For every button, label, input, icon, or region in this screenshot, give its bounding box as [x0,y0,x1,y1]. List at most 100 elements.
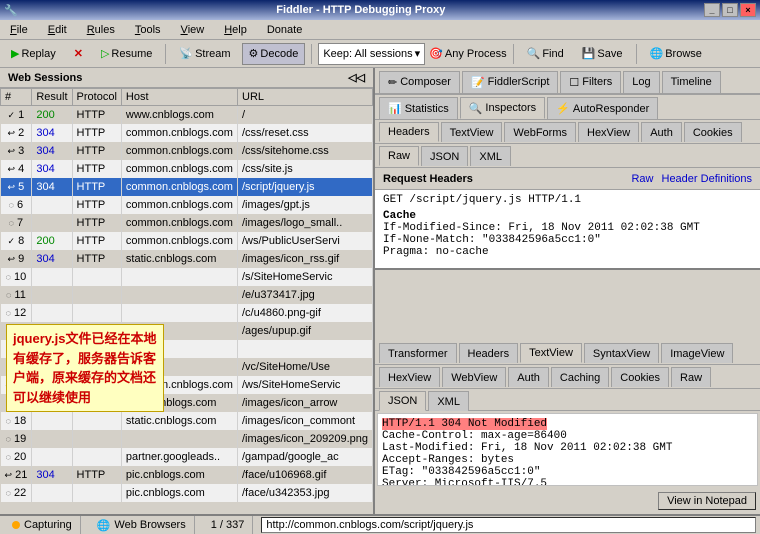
response-raw-tab-row: JSON XML [375,389,760,411]
process-selector[interactable]: 🎯 Any Process [429,47,506,60]
subtab-hexview2[interactable]: HexView [379,367,440,387]
table-row[interactable]: ↩ 4304HTTPcommon.cnblogs.com/css/site.js [1,160,373,178]
collapse-icon[interactable]: ◁◁ [348,71,365,84]
web-sessions-title: Web Sessions [8,72,82,84]
menu-help[interactable]: Help [218,22,253,38]
find-button[interactable]: 🔍 Find [520,43,571,65]
subtab-syntaxview[interactable]: SyntaxView [584,343,659,363]
subtab-cookies[interactable]: Cookies [684,122,742,142]
col-header-protocol[interactable]: Protocol [72,89,121,106]
subtab-imageview[interactable]: ImageView [661,343,733,363]
transformer-tab-row: Transformer Headers TextView SyntaxView … [375,341,760,365]
subtab-textview[interactable]: TextView [441,122,503,142]
page-info: 1 / 337 [203,516,254,534]
table-row[interactable]: ✓ 1200HTTPwww.cnblogs.com/ [1,106,373,124]
table-row[interactable]: ↩ 5304HTTPcommon.cnblogs.com/script/jque… [1,178,373,196]
table-row[interactable]: ✓ 8200HTTPcommon.cnblogs.com/ws/PublicUs… [1,232,373,250]
menu-file[interactable]: File [4,22,34,38]
raw-link[interactable]: Raw [631,173,653,185]
tab-autoresponder[interactable]: ⚡ AutoResponder [547,97,658,119]
minimize-button[interactable]: _ [704,3,720,17]
subtab-json[interactable]: JSON [421,146,468,166]
secondary-tab-row: 📊 Statistics 🔍 Inspectors ⚡ AutoResponde… [375,94,760,120]
subtab-headers2[interactable]: Headers [459,343,519,363]
sessions-table[interactable]: # Result Protocol Host URL ✓ 1200HTTPwww… [0,88,373,514]
table-row[interactable]: ◌ 7HTTPcommon.cnblogs.com/images/logo_sm… [1,214,373,232]
subtab-webforms[interactable]: WebForms [504,122,576,142]
view-notepad-button[interactable]: View in Notepad [658,492,756,510]
table-row[interactable]: ◌ 6HTTPcommon.cnblogs.com/images/gpt.js [1,196,373,214]
menu-donate[interactable]: Donate [261,22,308,38]
browse-button[interactable]: 🌐 Browse [643,43,709,65]
table-row[interactable]: ◌ 10/s/SiteHomeServic [1,268,373,286]
tab-fiddlerscript[interactable]: 📝 FiddlerScript [462,71,558,93]
response-line-4: Accept-Ranges: bytes [382,454,753,466]
header-defs-link[interactable]: Header Definitions [662,173,753,185]
subtab-hexview[interactable]: HexView [578,122,639,142]
decode-button[interactable]: ⚙ Decode [242,43,306,65]
save-icon: 💾 [582,47,596,60]
remove-button[interactable]: ✕ [67,43,90,65]
table-row[interactable]: ↩ 2304HTTPcommon.cnblogs.com/css/reset.c… [1,124,373,142]
fiddlerscript-icon: 📝 [471,76,485,89]
table-row[interactable]: ◌ 19/images/icon_209209.png [1,430,373,448]
col-header-num[interactable]: # [1,89,32,106]
request-headers-links: Raw Header Definitions [631,173,752,185]
tab-statistics[interactable]: 📊 Statistics [379,97,458,119]
col-header-host[interactable]: Host [121,89,237,106]
table-row[interactable]: ◌ 20partner.googleads../gampad/google_ac [1,448,373,466]
separator [165,44,166,64]
subtab-transformer[interactable]: Transformer [379,343,457,363]
tab-composer[interactable]: ✏ Composer [379,71,460,93]
table-row[interactable]: ◌ 22pic.cnblogs.com/face/u342353.jpg [1,484,373,502]
maximize-button[interactable]: □ [722,3,738,17]
subtab-auth[interactable]: Auth [641,122,682,142]
subtab-auth2[interactable]: Auth [508,367,549,387]
save-button[interactable]: 💾 Save [575,43,630,65]
close-button[interactable]: × [740,3,756,17]
menu-rules[interactable]: Rules [81,22,121,38]
capturing-label: Capturing [24,519,72,531]
subtab-textview2[interactable]: TextView [520,343,582,363]
keep-sessions-dropdown[interactable]: Keep: All sessions ▾ [318,43,425,65]
dropdown-arrow-icon: ▾ [415,47,421,60]
window-controls[interactable]: _ □ × [704,3,756,17]
subtab-cookies2[interactable]: Cookies [611,367,669,387]
table-row[interactable]: ↩ 21304HTTPpic.cnblogs.com/face/u106968.… [1,466,373,484]
col-header-result[interactable]: Result [32,89,72,106]
replay-button[interactable]: ▶ Replay [4,43,63,65]
composer-icon: ✏ [388,76,397,89]
toolbar: ▶ Replay ✕ ▷ Resume 📡 Stream ⚙ Decode Ke… [0,40,760,68]
table-row[interactable]: ◌ 11/e/u373417.jpg [1,286,373,304]
browser-indicator: 🌐 Web Browsers [89,516,195,534]
sessions-body: ✓ 1200HTTPwww.cnblogs.com/↩ 2304HTTPcomm… [1,106,373,502]
subtab-webview2[interactable]: WebView [442,367,506,387]
menu-tools[interactable]: Tools [129,22,167,38]
subtab-headers[interactable]: Headers [379,122,439,142]
subtab-raw2[interactable]: Raw [671,367,711,387]
filters-checkbox-icon: ☐ [569,76,579,89]
tab-filters[interactable]: ☐ Filters [560,71,621,93]
table-row[interactable]: ↩ 9304HTTPstatic.cnblogs.com/images/icon… [1,250,373,268]
target-icon: 🎯 [429,47,443,60]
menu-edit[interactable]: Edit [42,22,73,38]
url-display: http://common.cnblogs.com/script/jquery.… [261,517,756,533]
resp-tab-json[interactable]: JSON [379,391,426,411]
subtab-caching[interactable]: Caching [551,367,609,387]
tab-log[interactable]: Log [623,71,659,93]
resp-tab-xml[interactable]: XML [428,391,469,411]
table-row[interactable]: ◌ 12/c/u4860.png-gif [1,304,373,322]
col-header-url[interactable]: URL [238,89,373,106]
tab-timeline[interactable]: Timeline [662,71,721,93]
browser-icon: 🌐 [97,519,111,532]
tab-inspectors[interactable]: 🔍 Inspectors [460,97,545,119]
subtab-xml[interactable]: XML [470,146,511,166]
stream-button[interactable]: 📡 Stream [172,43,237,65]
x-icon: ✕ [74,47,83,60]
menu-view[interactable]: View [175,22,211,38]
table-row[interactable]: ◌ 18static.cnblogs.com/images/icon_commo… [1,412,373,430]
replay-icon: ▶ [11,47,19,60]
resume-button[interactable]: ▷ Resume [94,43,159,65]
subtab-raw[interactable]: Raw [379,146,419,166]
table-row[interactable]: ↩ 3304HTTPcommon.cnblogs.com/css/sitehom… [1,142,373,160]
